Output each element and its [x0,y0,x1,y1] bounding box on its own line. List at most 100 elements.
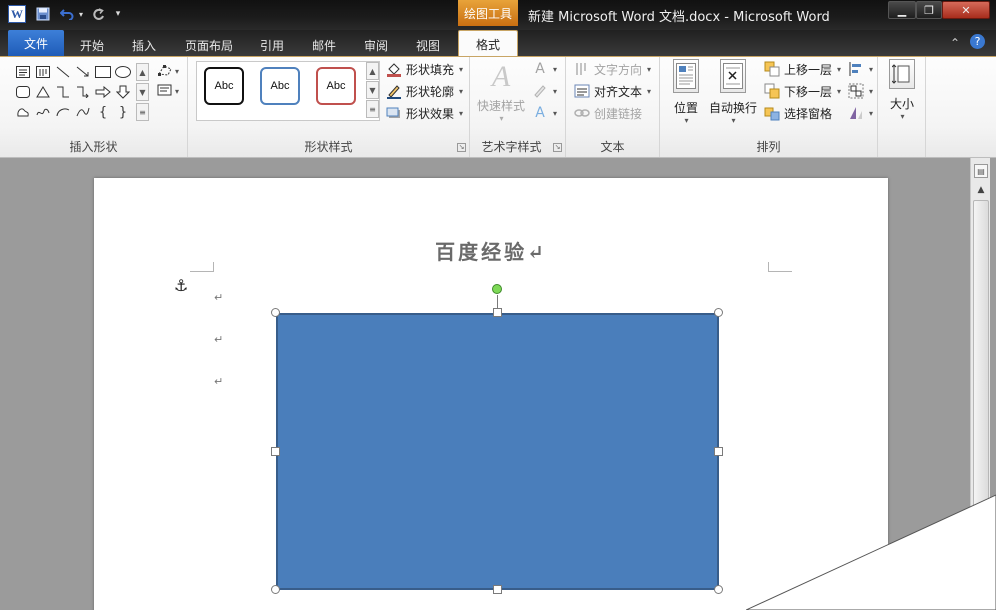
scroll-thumb[interactable] [973,200,989,530]
resize-handle-left[interactable] [271,447,280,456]
rectangle-shape-icon[interactable] [94,63,112,81]
shapes-more-icon[interactable]: ≡ [136,103,149,121]
arrow-line-shape-icon[interactable] [74,63,92,81]
triangle-shape-icon[interactable] [34,83,52,101]
position-button[interactable]: 位置 ▾ [666,59,706,125]
elbow-arrow-connector-shape-icon[interactable] [74,83,92,101]
save-icon[interactable] [34,5,52,23]
rounded-rectangle-shape-icon[interactable] [14,83,32,101]
curve-shape-icon[interactable] [74,103,92,121]
styles-scroll-up-icon[interactable]: ▲ [366,62,379,80]
resize-handle-top-right[interactable] [714,308,723,317]
bring-forward-button[interactable]: 上移一层 ▾ [764,59,841,79]
undo-icon[interactable] [58,5,76,23]
customize-qat-icon[interactable]: ▾ [112,5,124,23]
ribbon-tabs: 文件 开始 插入 页面布局 引用 邮件 审阅 视图 格式 ⌃ ? [0,30,996,57]
align-objects-button[interactable]: ▾ [848,59,873,79]
resize-handle-bottom-left[interactable] [271,585,280,594]
tab-mailings[interactable]: 邮件 [304,34,344,56]
resize-handle-top-left[interactable] [271,308,280,317]
tab-page-layout[interactable]: 页面布局 [178,34,240,56]
send-backward-button[interactable]: 下移一层 ▾ [764,81,841,101]
shapes-scroll-up-icon[interactable]: ▲ [136,63,149,81]
selected-rectangle-shape[interactable] [276,313,719,590]
right-brace-shape-icon[interactable]: } [114,103,132,121]
tab-references[interactable]: 引用 [252,34,292,56]
crop-mark-right [768,271,792,272]
align-text-button[interactable]: 对齐文本 ▾ [574,81,651,101]
text-outline-button[interactable]: ▾ [532,81,557,101]
elbow-connector-shape-icon[interactable] [54,83,72,101]
resize-handle-right[interactable] [714,447,723,456]
styles-scroll-down-icon[interactable]: ▼ [366,81,379,99]
shape-styles-dialog-launcher[interactable]: ↘ [457,143,466,152]
selection-pane-button[interactable]: 选择窗格 [764,103,832,123]
position-caret-icon: ▾ [684,116,689,125]
styles-more-icon[interactable]: ≡ [366,100,379,118]
help-icon[interactable]: ? [970,34,985,49]
draw-textbox-icon[interactable]: ▾ [156,81,182,99]
tab-format[interactable]: 格式 [458,30,518,57]
shape-style-preset-3[interactable]: Abc [316,67,356,105]
arc-shape-icon[interactable] [54,103,72,121]
restore-icon[interactable]: ❐ [916,1,942,19]
resize-handle-bottom-right[interactable] [714,585,723,594]
close-icon[interactable]: ✕ [942,1,990,19]
freeform-shape-icon[interactable] [14,103,32,121]
create-link-button[interactable]: 创建链接 [574,103,642,123]
shape-style-preset-2[interactable]: Abc [260,67,300,105]
size-button[interactable]: 大小 ▾ [886,59,918,121]
down-arrow-shape-icon[interactable] [114,83,132,101]
group-objects-button[interactable]: ▾ [848,81,873,101]
shape-fill-button[interactable]: 形状填充 ▾ [386,59,463,79]
text-direction-button[interactable]: 文字方向 ▾ [574,59,651,79]
group-label-insert-shapes: 插入形状 [69,140,118,154]
right-arrow-shape-icon[interactable] [94,83,112,101]
tab-review[interactable]: 审阅 [356,34,396,56]
vertical-textbox-shape-icon[interactable] [34,63,52,81]
resize-handle-bottom[interactable] [493,585,502,594]
minimize-icon[interactable]: ▁ [888,1,916,19]
wrap-text-icon [720,59,746,93]
wordart-dialog-launcher[interactable]: ↘ [553,143,562,152]
document-title[interactable]: 百度经验↵ [94,236,888,265]
scribble-shape-icon[interactable] [34,103,52,121]
minimize-ribbon-icon[interactable]: ⌃ [950,36,960,50]
redo-icon[interactable] [90,5,106,23]
tab-insert[interactable]: 插入 [124,34,164,56]
selection-pane-label: 选择窗格 [784,106,833,121]
rotation-handle[interactable] [492,284,502,294]
text-effects-button[interactable]: A ▾ [532,103,557,123]
scroll-up-icon[interactable]: ▲ [974,184,988,196]
group-label-shape-styles: 形状样式 [304,140,353,154]
tab-home[interactable]: 开始 [72,34,112,56]
shape-effects-label: 形状效果 [406,106,455,121]
text-fill-button[interactable]: A ▾ [532,59,557,79]
paragraph-mark: ↵ [214,375,224,388]
oval-shape-icon[interactable] [114,63,132,81]
shape-outline-button[interactable]: 形状轮廓 ▾ [386,81,463,101]
paragraph-mark: ↵ [214,291,224,304]
rotate-objects-button[interactable]: ▾ [848,103,873,123]
wrap-text-button[interactable]: 自动换行 ▾ [708,59,758,125]
link-icon [574,105,590,121]
quick-styles-button[interactable]: A 快速样式 ▾ [476,59,526,123]
left-brace-shape-icon[interactable]: { [94,103,112,121]
tab-view[interactable]: 视图 [408,34,448,56]
word-window: W ▾ ▾ 绘图工具 新建 Microsoft Word 文档.docx - M… [0,0,996,610]
ribbon-format: { } ▲ ▼ ≡ ▾ ▾ 插入形状 Abc Abc Abc ▲ ▼ ≡ 形状填… [0,56,996,158]
undo-dropdown-icon[interactable]: ▾ [77,5,85,23]
ruler-toggle-icon[interactable]: ▤ [974,164,988,178]
tab-file[interactable]: 文件 [8,30,64,56]
line-shape-icon[interactable] [54,63,72,81]
shape-effects-button[interactable]: 形状效果 ▾ [386,103,463,123]
bring-forward-label: 上移一层 [784,62,833,77]
resize-handle-top[interactable] [493,308,502,317]
selection-pane-icon [764,105,780,121]
shape-style-preset-1[interactable]: Abc [204,67,244,105]
group-text: 文字方向 ▾ 对齐文本 ▾ 创建链接 文本 [566,57,660,157]
shapes-scroll-down-icon[interactable]: ▼ [136,83,149,101]
textbox-shape-icon[interactable] [14,63,32,81]
word-app-icon[interactable]: W [8,5,26,23]
edit-shape-icon[interactable]: ▾ [156,61,182,79]
